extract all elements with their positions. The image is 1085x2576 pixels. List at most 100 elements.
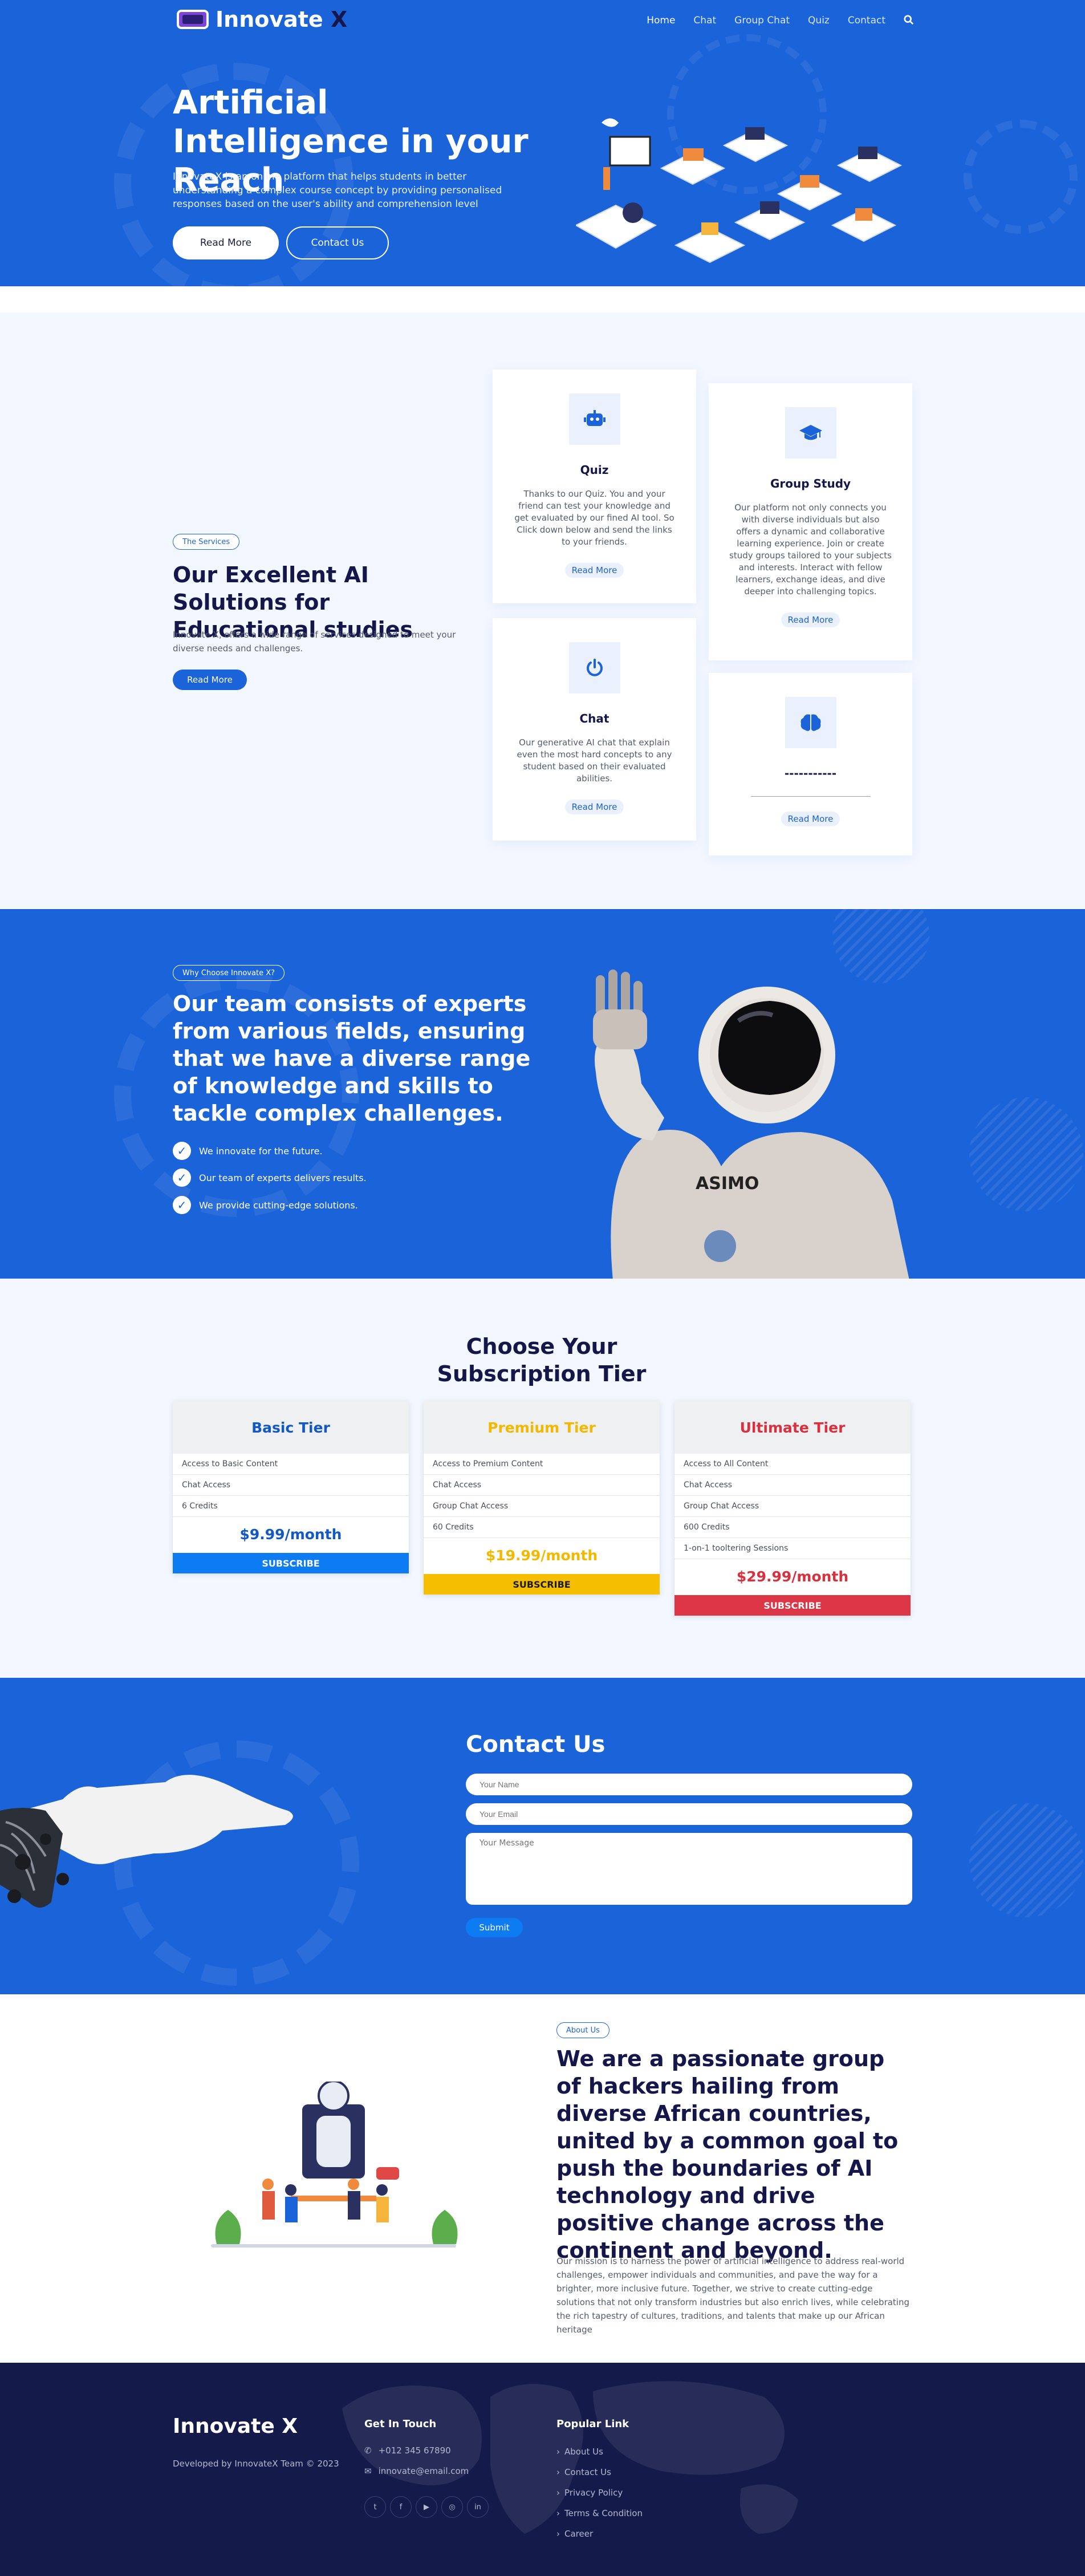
footer-link-career[interactable]: › Career	[556, 2529, 593, 2539]
brand-name: Innovate	[216, 7, 323, 32]
brand-x: X	[330, 7, 348, 32]
tier-feature: 600 Credits	[674, 1517, 911, 1538]
tier-card-basic: Basic Tier Access to Basic Content Chat …	[173, 1401, 409, 1573]
main-nav: Home Chat Group Chat Quiz Contact	[647, 15, 914, 28]
footer-link-privacy[interactable]: › Privacy Policy	[556, 2488, 623, 2498]
why-point: ✓ Our team of experts delivers results.	[173, 1169, 367, 1187]
submit-button[interactable]: Submit	[466, 1918, 523, 1937]
tier-feature: 1-on-1 tooltering Sessions	[674, 1538, 911, 1559]
nav-contact[interactable]: Contact	[848, 15, 885, 28]
why-section	[0, 909, 1085, 1279]
hero-description: InnovateX is an online platform that hel…	[173, 171, 502, 210]
read-more-button[interactable]: Read More	[173, 226, 279, 259]
subscribe-button[interactable]: SUBSCRIBE	[424, 1574, 660, 1595]
service-card-quiz: Quiz Thanks to our Quiz. You and your fr…	[493, 370, 696, 603]
facebook-icon[interactable]: f	[390, 2496, 412, 2518]
footer-email[interactable]: ✉ innovate@email.com	[364, 2466, 469, 2476]
tier-feature: Chat Access	[173, 1475, 409, 1496]
message-input[interactable]	[466, 1833, 912, 1905]
robot-icon	[568, 394, 620, 445]
tier-price: $9.99/month	[239, 1526, 342, 1543]
service-card-chat: Chat Our generative AI chat that explain…	[493, 618, 696, 841]
graduation-cap-icon	[785, 407, 836, 459]
hero-section	[0, 0, 1085, 286]
card-read-more-link[interactable]: Read More	[781, 812, 840, 826]
nav-chat[interactable]: Chat	[693, 15, 716, 28]
subscribe-button[interactable]: SUBSCRIBE	[674, 1595, 911, 1616]
chevron-right-icon: ›	[556, 2529, 560, 2539]
about-title: We are a passionate group of hackers hai…	[556, 2046, 899, 2263]
footer-phone: ✆ +012 345 67890	[364, 2445, 451, 2456]
about-tag: About Us	[556, 2022, 609, 2038]
card-title: -----------	[784, 766, 837, 780]
linkedin-icon[interactable]: in	[467, 2496, 489, 2518]
tier-card-premium: Premium Tier Access to Premium Content C…	[424, 1401, 660, 1595]
tier-feature: Group Chat Access	[674, 1496, 911, 1517]
tier-price: $19.99/month	[485, 1547, 598, 1564]
card-title: Quiz	[580, 463, 609, 477]
email-input[interactable]	[466, 1803, 912, 1825]
get-in-touch-heading: Get In Touch	[364, 2418, 437, 2430]
why-point: ✓ We innovate for the future.	[173, 1142, 323, 1160]
tier-price: $29.99/month	[736, 1568, 849, 1585]
card-text: Our platform not only connects you with …	[729, 502, 892, 597]
card-read-more-link[interactable]: Read More	[564, 800, 624, 814]
nav-group-chat[interactable]: Group Chat	[734, 15, 790, 28]
footer-link-about[interactable]: › About Us	[556, 2447, 603, 2457]
tier-feature: Access to Premium Content	[424, 1454, 660, 1475]
about-description: Our mission is to harness the power of a…	[556, 2256, 910, 2335]
tier-feature: Chat Access	[674, 1475, 911, 1496]
chevron-right-icon: ›	[556, 2447, 560, 2457]
tier-name: Basic Tier	[173, 1401, 409, 1454]
service-card-group-study: Group Study Our platform not only connec…	[709, 383, 912, 660]
youtube-icon[interactable]: ▶	[416, 2496, 437, 2518]
footer-brand: Innovate X	[173, 2415, 298, 2438]
card-text: Thanks to our Quiz. You and your friend …	[514, 489, 674, 547]
services-description: Innovate X, offers a wide range of servi…	[173, 630, 456, 654]
logo-icon	[177, 10, 209, 29]
contact-us-button[interactable]: Contact Us	[286, 226, 389, 259]
robot-image: ASIMO	[593, 969, 909, 1279]
check-icon: ✓	[173, 1142, 191, 1160]
chevron-right-icon: ›	[556, 2467, 560, 2477]
tier-name: Ultimate Tier	[674, 1401, 911, 1454]
card-read-more-link[interactable]: Read More	[781, 612, 840, 627]
tier-feature: 60 Credits	[424, 1517, 660, 1538]
hero-illustration	[576, 118, 903, 263]
card-text: Our generative AI chat that explain even…	[517, 737, 672, 784]
subscribe-button[interactable]: SUBSCRIBE	[173, 1553, 409, 1573]
tier-name: Premium Tier	[424, 1401, 660, 1454]
footer-credit: Developed by InnovateX Team © 2023	[173, 2459, 339, 2469]
footer-link-contact[interactable]: › Contact Us	[556, 2467, 611, 2477]
robot-label: ASIMO	[696, 1174, 759, 1194]
nav-home[interactable]: Home	[647, 15, 675, 28]
services-tag: The Services	[173, 534, 240, 550]
popular-link-heading: Popular Link	[556, 2418, 629, 2430]
nav-quiz[interactable]: Quiz	[808, 15, 830, 28]
card-read-more-link[interactable]: Read More	[564, 563, 624, 578]
decorative-circle	[969, 1803, 1083, 1917]
tier-card-ultimate: Ultimate Tier Access to All Content Chat…	[674, 1401, 911, 1616]
about-section	[0, 1994, 1085, 2363]
name-input[interactable]	[466, 1774, 912, 1795]
brand-logo[interactable]: Innovate X	[177, 7, 347, 32]
search-icon[interactable]	[904, 15, 914, 28]
why-tag: Why Choose Innovate X?	[173, 965, 285, 981]
robot-hand-image	[0, 1775, 293, 1908]
card-title: Group Study	[770, 477, 851, 490]
power-icon	[568, 642, 620, 693]
twitter-icon[interactable]: t	[364, 2496, 386, 2518]
why-point: ✓ We provide cutting-edge solutions.	[173, 1196, 358, 1214]
pricing-title: Choose Your Subscription Tier	[437, 1334, 647, 1386]
service-card-placeholder: ----------- Read More	[709, 673, 912, 855]
team-illustration	[211, 2082, 458, 2248]
contact-title: Contact Us	[466, 1731, 606, 1758]
brain-icon	[785, 697, 836, 748]
tier-feature: Group Chat Access	[424, 1496, 660, 1517]
instagram-icon[interactable]: ◎	[441, 2496, 463, 2518]
footer	[0, 2363, 1085, 2576]
check-icon: ✓	[173, 1169, 191, 1187]
tier-feature: 6 Credits	[173, 1496, 409, 1517]
services-read-more-button[interactable]: Read More	[173, 670, 247, 690]
footer-link-terms[interactable]: › Terms & Condition	[556, 2508, 643, 2518]
